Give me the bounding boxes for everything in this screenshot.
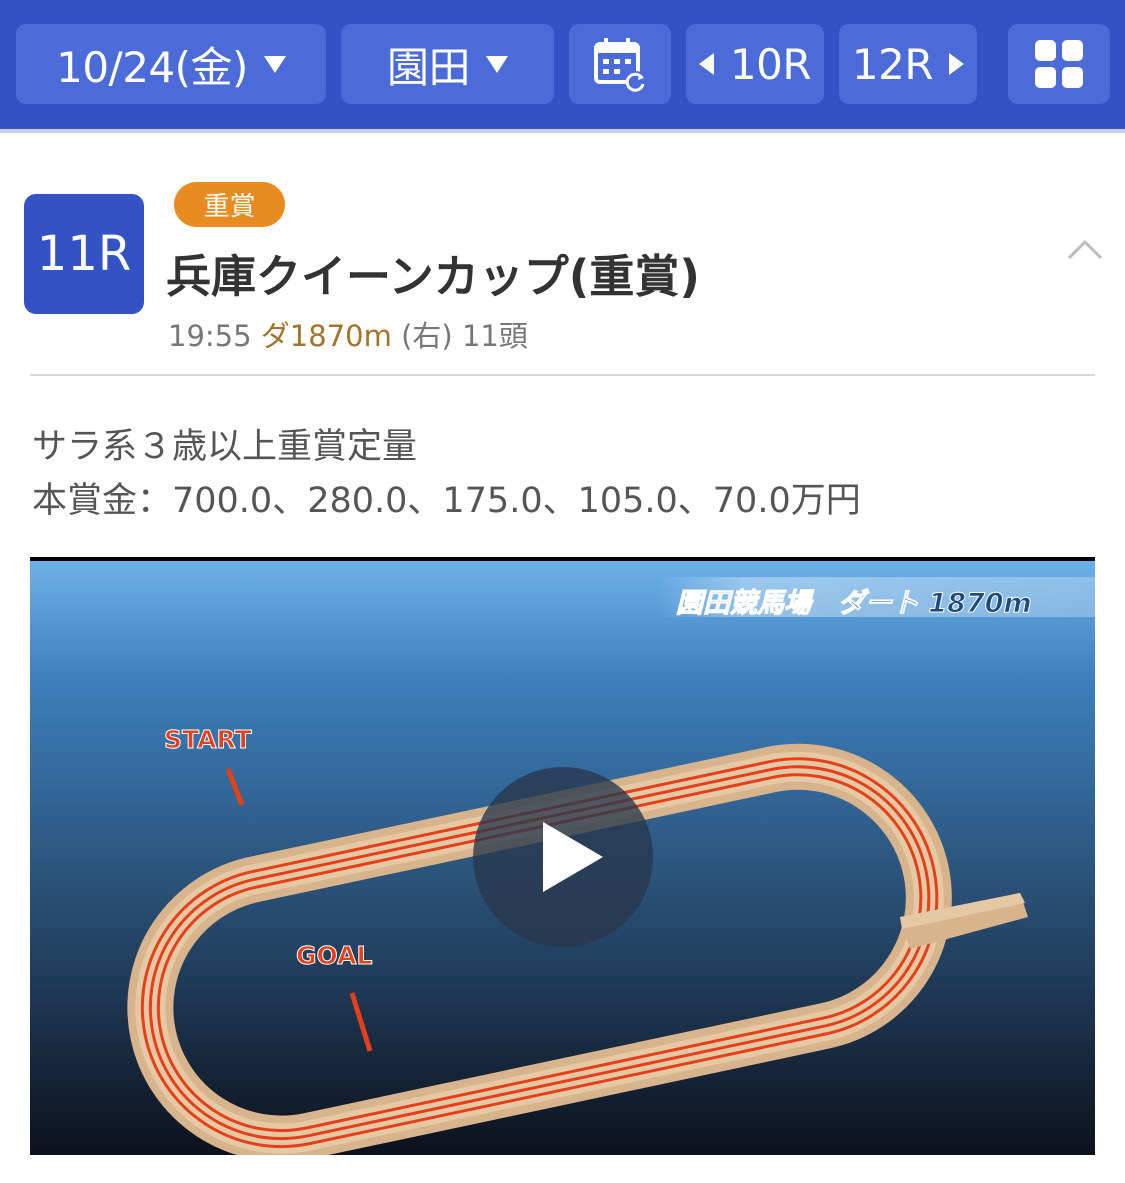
section-divider xyxy=(30,374,1095,376)
date-label: 10/24(金) xyxy=(56,42,248,92)
chevron-down-icon xyxy=(486,55,508,73)
race-title: 兵庫クイーンカップ(重賞) xyxy=(166,250,700,303)
date-selector-button[interactable]: 10/24(金) xyxy=(16,24,326,104)
next-race-label: 12R xyxy=(851,39,934,89)
venue-label: 園田 xyxy=(386,42,471,92)
calendar-button[interactable] xyxy=(569,24,671,104)
chevron-right-icon xyxy=(949,53,965,75)
menu-grid-button[interactable] xyxy=(1008,24,1110,104)
prev-race-label: 10R xyxy=(729,39,812,89)
video-start-label: START xyxy=(164,725,253,755)
top-nav-bar: 10/24(金) 園田 10R 12R xyxy=(0,0,1125,133)
nav-bar-shadow xyxy=(0,129,1125,133)
race-number-badge: 11R xyxy=(24,194,144,314)
video-goal-label: GOAL xyxy=(295,941,373,971)
prev-race-button[interactable]: 10R xyxy=(686,24,824,104)
runner-count: 11頭 xyxy=(461,319,528,353)
video-caption: 園田競馬場 ダート 1870m xyxy=(676,588,1033,620)
course-video[interactable]: START GOAL 園田競馬場 ダート 1870m xyxy=(30,557,1095,1155)
race-distance: ダ1870m xyxy=(260,319,392,353)
play-button[interactable] xyxy=(473,767,653,947)
next-race-button[interactable]: 12R xyxy=(839,24,977,104)
chevron-up-icon[interactable] xyxy=(1066,232,1104,264)
race-conditions: サラ系３歳以上重賞定量 本賞金：700.0、280.0、175.0、105.0、… xyxy=(32,420,861,528)
play-icon xyxy=(543,822,603,892)
chevron-left-icon xyxy=(698,53,714,75)
prize-money: 本賞金：700.0、280.0、175.0、105.0、70.0万円 xyxy=(32,481,861,521)
post-time: 19:55 xyxy=(168,319,252,353)
video-caption-band: 園田競馬場 ダート 1870m xyxy=(658,577,1095,620)
race-class: サラ系３歳以上重賞定量 xyxy=(32,427,418,467)
calendar-refresh-icon xyxy=(594,38,646,92)
track-direction: (右) xyxy=(401,319,453,353)
venue-selector-button[interactable]: 園田 xyxy=(341,24,554,104)
chevron-down-icon xyxy=(263,55,286,73)
grid-menu-icon xyxy=(1035,40,1083,88)
grade-badge: 重賞 xyxy=(174,182,285,227)
race-meta: 19:55 ダ1870m (右) 11頭 xyxy=(168,313,528,355)
